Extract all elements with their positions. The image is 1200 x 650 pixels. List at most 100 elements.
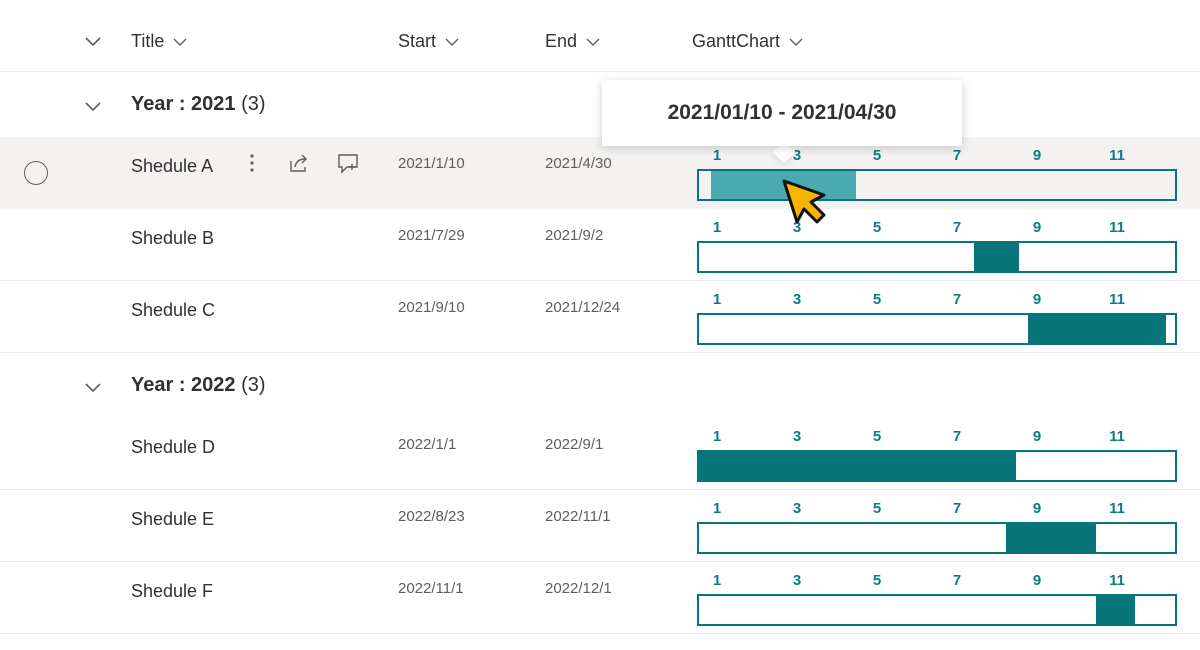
row-end-date: 2022/12/1 (545, 580, 612, 597)
gantt-track (697, 241, 1177, 273)
gantt-tick-label: 7 (952, 291, 962, 308)
gantt-cell: 1 3 5 7 9 11 (697, 291, 1177, 347)
gantt-tick-label: 3 (792, 428, 802, 445)
gantt-tick-label: 5 (872, 291, 882, 308)
gantt-track (697, 522, 1177, 554)
gantt-cell: 1 3 5 7 9 11 (697, 428, 1177, 484)
tooltip-text: 2021/01/10 - 2021/04/30 (667, 101, 897, 124)
row-start-date: 2022/11/1 (398, 580, 464, 597)
gantt-tick-label: 9 (1032, 428, 1042, 445)
group-header-2022[interactable]: Year : 2022 (3) (0, 354, 1200, 418)
chevron-down-icon[interactable] (84, 380, 102, 394)
row-end-date: 2021/9/2 (545, 227, 604, 244)
gantt-tick-label: 11 (1109, 428, 1125, 445)
more-actions-icon[interactable] (240, 151, 264, 175)
row-title[interactable]: Shedule F (131, 581, 213, 602)
gantt-cell: 1 3 5 7 9 11 (697, 219, 1177, 275)
gantt-tick-label: 5 (872, 428, 882, 445)
gantt-tick-label: 7 (952, 500, 962, 517)
gantt-cell: 1 3 5 7 9 11 (697, 572, 1177, 628)
column-header-end[interactable]: End (545, 31, 601, 52)
row-end-date: 2021/4/30 (545, 155, 612, 172)
collapse-all-chevron-icon[interactable] (84, 34, 102, 48)
row-start-date: 2022/1/1 (398, 436, 457, 453)
gantt-bar[interactable] (699, 452, 1017, 480)
gantt-track (697, 450, 1177, 482)
table-row[interactable]: Shedule B 2021/7/29 2021/9/2 1 3 5 7 9 11 (0, 209, 1200, 281)
row-title[interactable]: Shedule E (131, 509, 214, 530)
gantt-tick-label: 9 (1032, 147, 1042, 164)
gantt-bar[interactable] (1028, 315, 1166, 343)
gantt-bar[interactable] (1005, 524, 1096, 552)
gantt-cell: 1 3 5 7 9 11 (697, 147, 1177, 203)
column-header-ganttchart[interactable]: GanttChart (692, 31, 804, 52)
row-start-date: 2021/1/10 (398, 155, 465, 172)
chevron-down-icon (445, 38, 459, 46)
row-start-date: 2022/8/23 (398, 508, 465, 525)
gantt-tick-label: 1 (712, 291, 722, 308)
row-start-date: 2021/9/10 (398, 299, 465, 316)
gantt-cell: 1 3 5 7 9 11 (697, 500, 1177, 556)
group-label: Year : 2022 (3) (131, 374, 266, 396)
table-row[interactable]: Shedule C 2021/9/10 2021/12/24 1 3 5 7 9 11 (0, 281, 1200, 353)
table-row[interactable]: Shedule F 2022/11/1 2022/12/1 1 3 5 7 9 11 (0, 562, 1200, 634)
gantt-bar[interactable] (1095, 596, 1136, 624)
gantt-bar[interactable] (973, 243, 1020, 271)
row-title[interactable]: Shedule B (131, 228, 214, 249)
gantt-tick-label: 11 (1109, 500, 1125, 517)
row-end-date: 2022/11/1 (545, 508, 611, 525)
chevron-down-icon (586, 38, 600, 46)
gantt-track (697, 594, 1177, 626)
share-icon[interactable] (287, 151, 311, 175)
group-label: Year : 2021 (3) (131, 93, 266, 115)
column-header-label: End (545, 31, 578, 51)
gantt-tick-label: 7 (952, 428, 962, 445)
chevron-down-icon[interactable] (84, 99, 102, 113)
table-row[interactable]: Shedule D 2022/1/1 2022/9/1 1 3 5 7 9 11 (0, 418, 1200, 490)
list-header: Title Start End GanttChart (0, 0, 1200, 72)
table-row[interactable]: Shedule E 2022/8/23 2022/11/1 1 3 5 7 9 11 (0, 490, 1200, 562)
row-end-date: 2021/12/24 (545, 299, 621, 316)
row-end-date: 2022/9/1 (545, 436, 604, 453)
gantt-track (697, 169, 1177, 201)
gantt-tick-label: 1 (712, 428, 722, 445)
gantt-tick-label: 3 (792, 147, 802, 164)
column-header-label: GanttChart (692, 31, 781, 51)
chevron-down-icon (173, 38, 187, 46)
gantt-tick-label: 9 (1032, 572, 1042, 589)
gantt-tick-label: 11 (1109, 572, 1125, 589)
column-header-start[interactable]: Start (398, 31, 460, 52)
gantt-tick-label: 3 (792, 500, 802, 517)
gantt-tick-label: 9 (1032, 219, 1042, 236)
row-title[interactable]: Shedule A (131, 156, 213, 177)
gantt-tick-label: 9 (1032, 291, 1042, 308)
mouse-pointer-icon (782, 179, 826, 224)
column-header-label: Start (398, 31, 437, 51)
row-title[interactable]: Shedule D (131, 437, 215, 458)
comment-add-icon[interactable] (336, 151, 360, 175)
gantt-tick-label: 1 (712, 500, 722, 517)
gantt-tick-label: 1 (712, 147, 722, 164)
gantt-tick-label: 9 (1032, 500, 1042, 517)
gantt-tick-label: 1 (712, 572, 722, 589)
gantt-tick-label: 5 (872, 572, 882, 589)
column-header-title[interactable]: Title (131, 31, 188, 52)
gantt-tick-label: 11 (1109, 147, 1125, 164)
gantt-track (697, 313, 1177, 345)
gantt-tick-label: 7 (952, 147, 962, 164)
row-title[interactable]: Shedule C (131, 300, 215, 321)
group-header-2021[interactable]: Year : 2021 (3) (0, 73, 1200, 137)
gantt-tooltip: 2021/01/10 - 2021/04/30 (602, 80, 962, 146)
gantt-tick-label: 3 (792, 291, 802, 308)
gantt-tick-label: 5 (872, 147, 882, 164)
row-select-radio[interactable] (24, 161, 48, 185)
column-header-label: Title (131, 31, 165, 51)
gantt-tick-label: 1 (712, 219, 722, 236)
chevron-down-icon (789, 38, 803, 46)
gantt-tick-label: 5 (872, 219, 882, 236)
gantt-tick-label: 3 (792, 572, 802, 589)
row-start-date: 2021/7/29 (398, 227, 465, 244)
table-row[interactable]: Shedule A 2021/1/10 2021/4/30 1 3 5 7 9 11 (0, 137, 1200, 209)
gantt-tick-label: 7 (952, 219, 962, 236)
gantt-tick-label: 11 (1109, 219, 1125, 236)
